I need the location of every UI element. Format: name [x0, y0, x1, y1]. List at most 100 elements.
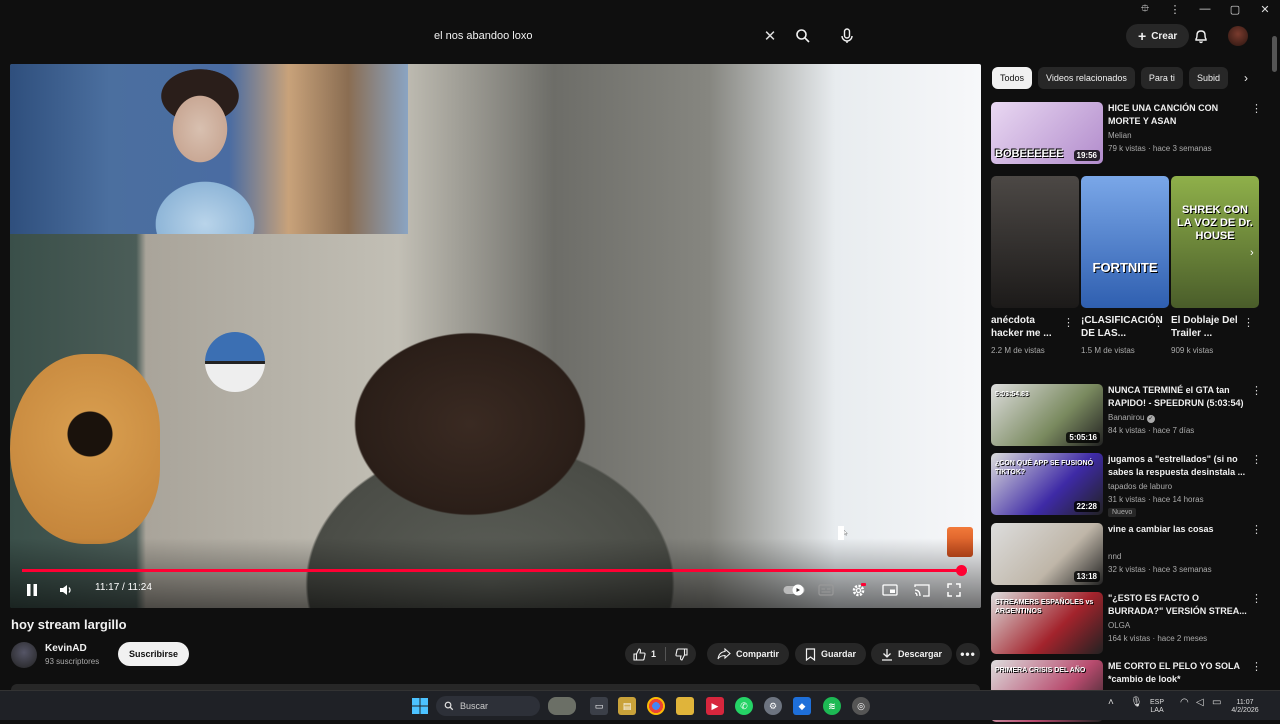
folder-icon[interactable]	[676, 697, 694, 715]
video-thumbnail[interactable]: BOBEEEEEE 19:56	[991, 102, 1103, 164]
account-avatar[interactable]	[1228, 26, 1248, 46]
more-vertical-icon[interactable]: ⋮	[1251, 384, 1262, 400]
app-icon-red[interactable]: ▶	[706, 697, 724, 715]
maximize-button[interactable]: ▢	[1220, 0, 1250, 18]
search-input[interactable]: el nos abandoo loxo	[422, 22, 790, 50]
gear-icon	[852, 582, 866, 596]
video-thumbnail[interactable]: ¿CON QUÉ APP SE FUSIONÓ TIKTOK? 22:28	[991, 453, 1103, 515]
cast-icon	[914, 583, 930, 597]
subtitles-button[interactable]	[816, 579, 836, 601]
channel-name[interactable]: KevinAD	[45, 643, 87, 654]
download-button[interactable]: Descargar	[871, 643, 953, 665]
extensions-icon[interactable]: ⯐	[1130, 0, 1160, 18]
chevron-up-icon[interactable]: ˄	[1108, 698, 1114, 708]
rec-channel-name: OLGA	[1108, 621, 1131, 630]
scrollbar-thumb[interactable]	[1272, 36, 1277, 72]
microphone-icon[interactable]: 🎙	[1130, 698, 1143, 708]
wifi-icon[interactable]: ◠	[1180, 698, 1189, 708]
short-thumbnail[interactable]: FORTNITE	[1081, 176, 1169, 308]
list-item[interactable]: STREAMERS ESPAÑOLES vs ARGENTINOS "¿ESTO…	[991, 592, 1263, 656]
pause-button[interactable]	[22, 579, 42, 601]
taskbar-search[interactable]: Buscar	[436, 696, 540, 716]
clear-search-icon[interactable]: ✕	[760, 25, 780, 47]
list-item[interactable]: 5:03:54.83 5:05:16 NUNCA TERMINÉ el GTA …	[991, 384, 1263, 448]
volume-icon[interactable]: ◁	[1196, 698, 1204, 708]
language-indicator[interactable]: ESP LAA	[1150, 699, 1164, 715]
task-view-icon[interactable]: ▭	[590, 697, 608, 715]
window-titlebar: ⯐ ⋮ — ▢ ✕	[0, 0, 1280, 18]
duration-badge: 5:05:16	[1066, 432, 1100, 443]
fullscreen-button[interactable]	[944, 579, 964, 601]
app-icon-gray[interactable]: ◎	[852, 697, 870, 715]
save-label: Guardar	[821, 649, 857, 659]
voice-search-button[interactable]	[836, 25, 858, 47]
search-icon	[444, 701, 454, 711]
progress-scrubber[interactable]	[955, 565, 967, 576]
save-button[interactable]: Guardar	[795, 643, 867, 665]
video-thumbnail[interactable]: 13:18	[991, 523, 1103, 585]
more-horizontal-icon: •••	[960, 647, 976, 661]
short-item[interactable]: anécdota hacker me ... 2.2 M de vistas ⋮	[991, 176, 1079, 355]
spotify-icon[interactable]: ≋	[823, 697, 841, 715]
more-vertical-icon[interactable]: ⋮	[1153, 316, 1164, 329]
new-badge: Nuevo	[1108, 508, 1137, 517]
like-button[interactable]: 1	[633, 647, 656, 661]
short-item[interactable]: SHREK CON LA VOZ DE Dr. HOUSE El Doblaje…	[1171, 176, 1259, 355]
notifications-button[interactable]	[1190, 25, 1212, 47]
rec-channel-name: nnd	[1108, 552, 1122, 561]
more-actions-button[interactable]: •••	[956, 643, 980, 665]
progress-bar[interactable]	[22, 565, 968, 576]
thumbnail-overlay-text: ¿CON QUÉ APP SE FUSIONÓ TIKTOK?	[995, 460, 1094, 476]
chip-for-you[interactable]: Para ti	[1140, 67, 1183, 89]
app-icon-blue[interactable]: ◆	[793, 697, 811, 715]
list-item[interactable]: 13:18 vine a cambiar las cosas nnd 32 k …	[991, 523, 1263, 587]
video-thumbnail[interactable]: 5:03:54.83 5:05:16	[991, 384, 1103, 446]
chip-uploaded[interactable]: Subid	[1188, 67, 1228, 89]
rec-channel-name: Bananirou	[1108, 413, 1145, 422]
short-views: 909 k vistas	[1171, 346, 1214, 355]
rec-channel: nnd	[1108, 552, 1121, 561]
settings-icon[interactable]: ⚙	[764, 697, 782, 715]
chevron-right-icon[interactable]: ›	[1236, 68, 1256, 88]
more-vertical-icon[interactable]: ⋮	[1251, 453, 1262, 469]
more-vertical-icon[interactable]: ⋮	[1251, 592, 1262, 608]
start-button[interactable]	[411, 697, 429, 715]
more-vertical-icon[interactable]: ⋮	[1251, 660, 1262, 676]
list-item[interactable]: BOBEEEEEE 19:56 HICE UNA CANCIÓN CON MOR…	[991, 102, 1263, 166]
video-thumbnail[interactable]: STREAMERS ESPAÑOLES vs ARGENTINOS	[991, 592, 1103, 654]
file-explorer-icon[interactable]: ▤	[618, 697, 636, 715]
cast-button[interactable]	[912, 579, 932, 601]
chevron-right-icon[interactable]: ›	[1250, 247, 1264, 261]
short-thumbnail[interactable]	[991, 176, 1079, 308]
volume-button[interactable]	[56, 579, 76, 601]
miniplayer-icon	[882, 584, 898, 596]
browser-menu-icon[interactable]: ⋮	[1160, 0, 1190, 18]
channel-avatar[interactable]	[11, 642, 37, 668]
whatsapp-icon[interactable]: ✆	[735, 697, 753, 715]
verified-icon: ✓	[1146, 415, 1155, 423]
minimize-button[interactable]: —	[1190, 0, 1220, 18]
clock[interactable]: 11:07 4/2/2026	[1226, 699, 1264, 715]
widgets-icon[interactable]	[548, 697, 576, 715]
miniplayer-button[interactable]	[880, 579, 900, 601]
short-item[interactable]: FORTNITE ¡CLASIFICACIÓN DE LAS... 1.5 M …	[1081, 176, 1169, 355]
dislike-button[interactable]	[675, 647, 688, 661]
chrome-icon[interactable]	[647, 697, 665, 715]
autoplay-toggle[interactable]	[782, 579, 806, 601]
more-vertical-icon[interactable]: ⋮	[1251, 523, 1262, 539]
battery-icon[interactable]: ▭	[1212, 698, 1221, 708]
chip-all[interactable]: Todos	[992, 67, 1033, 89]
short-thumbnail[interactable]: SHREK CON LA VOZ DE Dr. HOUSE	[1171, 176, 1259, 308]
chip-related[interactable]: Videos relacionados	[1038, 67, 1135, 89]
search-button[interactable]	[792, 25, 814, 47]
more-vertical-icon[interactable]: ⋮	[1251, 102, 1262, 118]
subscribe-button[interactable]: Suscribirse	[118, 642, 190, 666]
video-player[interactable]: 11:17 / 11:24	[10, 64, 981, 608]
share-button[interactable]: Compartir	[707, 643, 790, 665]
more-vertical-icon[interactable]: ⋮	[1063, 316, 1074, 329]
create-button[interactable]: + Crear	[1126, 24, 1190, 48]
settings-button[interactable]	[848, 579, 868, 601]
more-vertical-icon[interactable]: ⋮	[1243, 316, 1254, 329]
close-window-button[interactable]: ✕	[1250, 0, 1280, 18]
list-item[interactable]: ¿CON QUÉ APP SE FUSIONÓ TIKTOK? 22:28 ju…	[991, 453, 1263, 517]
